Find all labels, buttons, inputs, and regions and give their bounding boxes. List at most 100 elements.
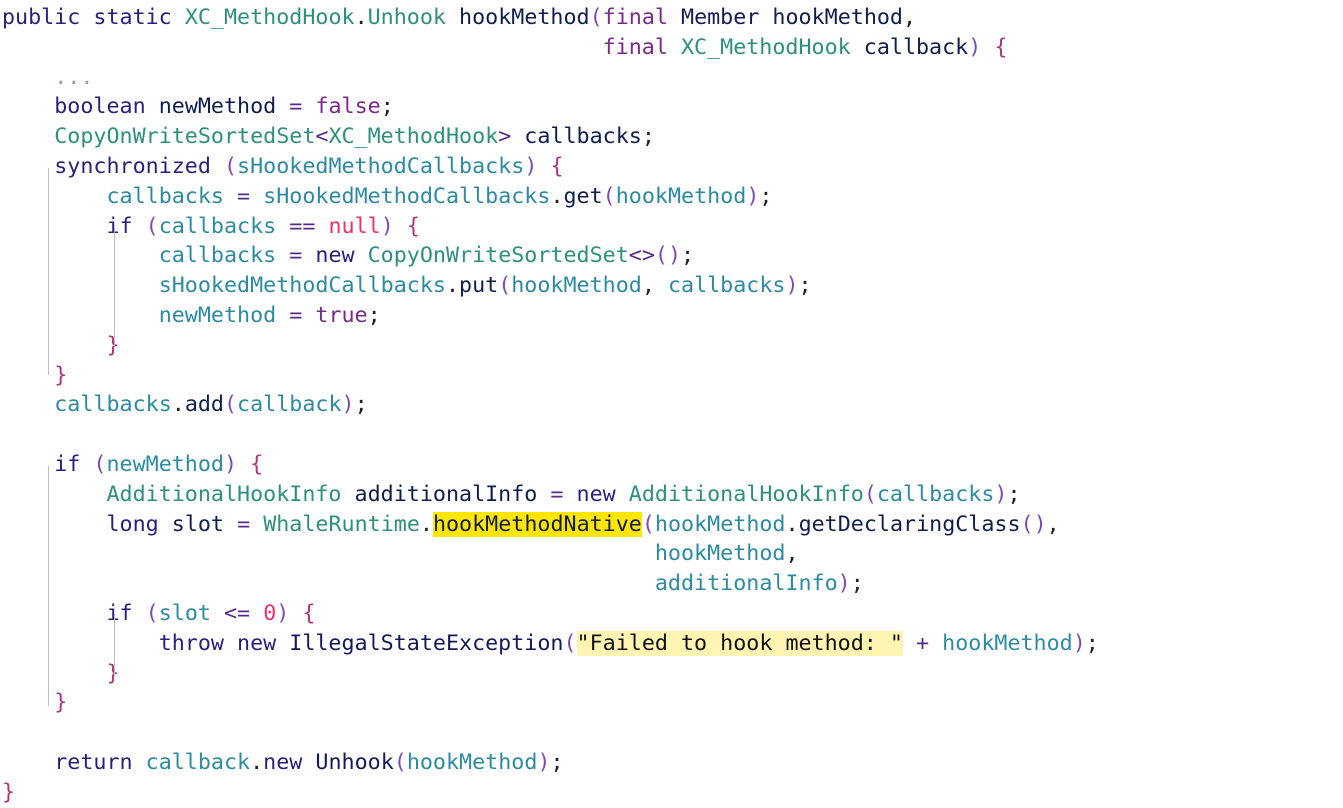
code-token: } [54,690,68,716]
code-token: > [498,124,512,150]
code-token: . [171,392,185,418]
code-token: hookMethod [942,630,1073,656]
code-token: . [550,183,564,209]
code-line: } [2,778,1099,808]
code-token: ; [798,273,812,299]
code-token: XC_MethodHook [680,34,851,60]
code-token: add [184,392,224,418]
code-token: ) [380,213,394,239]
code-token: = [289,94,303,120]
code-token: sHookedMethodCallbacks [263,183,551,209]
code-token: callbacks [158,243,277,269]
code-token: ; [1085,630,1099,656]
code-line: CopyOnWriteSortedSet<XC_MethodHook> call… [2,122,1099,152]
code-token: AdditionalHookInfo [628,481,864,507]
code-token: additionalInfo [654,571,838,597]
code-token: if [106,213,146,239]
code-token: new [263,749,316,775]
code-token: throw new [158,630,290,656]
code-token: hookMethod [406,749,538,775]
code-token: newMethod [158,94,277,120]
code-token: { [994,34,1008,60]
code-token: CopyOnWriteSortedSet [367,243,629,269]
code-token: ) [223,451,238,477]
code-token: == [289,213,316,239]
code-token: if [106,600,146,626]
code-line: additionalInfo); [2,569,1099,599]
code-token: XC_MethodHook [184,5,355,30]
code-token: () [1020,511,1047,537]
code-token: ; [367,302,381,328]
code-token: boolean [54,94,159,120]
code-line: if (slot <= 0) { [2,599,1099,629]
code-line: } [2,361,1099,391]
code-token: , [785,541,799,567]
code-listing: public static XC_MethodHook.Unhook hookM… [2,3,1099,808]
code-line: } [2,331,1099,361]
code-token: Member [681,5,760,30]
code-token: hookMethod [615,183,747,209]
code-line: callbacks = new CopyOnWriteSortedSet<>()… [2,241,1099,271]
code-token: ) [785,273,799,299]
code-line: } [2,688,1099,718]
code-token: 0 [263,600,277,626]
code-token: ; [354,392,368,418]
code-token: ) [1072,630,1086,656]
code-line: } [2,659,1099,689]
code-token: hookMethod [759,5,903,30]
code-line: callbacks = sHookedMethodCallbacks.get(h… [2,182,1099,212]
code-token: ; [550,749,564,775]
code-token: null [328,213,381,239]
code-token: ) [537,749,551,775]
code-token: sHookedMethodCallbacks [237,153,525,179]
code-token: , [1046,511,1060,537]
code-line: final XC_MethodHook callback) { [2,33,1099,63]
code-line: hookMethod, [2,539,1099,569]
code-token: < [315,124,329,150]
code-token: ; [1007,481,1021,507]
code-token: ) [837,571,851,597]
code-token: public static [2,5,185,30]
code-token: ( [223,153,238,179]
code-token: ) [968,34,982,60]
code-token: CopyOnWriteSortedSet [54,124,316,150]
code-token: WhaleRuntime [263,511,420,537]
code-line: boolean newMethod = false; [2,92,1099,122]
code-token: { [406,213,420,239]
code-token: ; [850,571,864,597]
code-line: throw new IllegalStateException("Failed … [2,629,1099,659]
code-token: ( [602,183,616,209]
code-token: = [550,481,564,507]
code-token: . [354,5,368,30]
code-token: , [641,273,668,299]
code-token: } [2,779,16,805]
